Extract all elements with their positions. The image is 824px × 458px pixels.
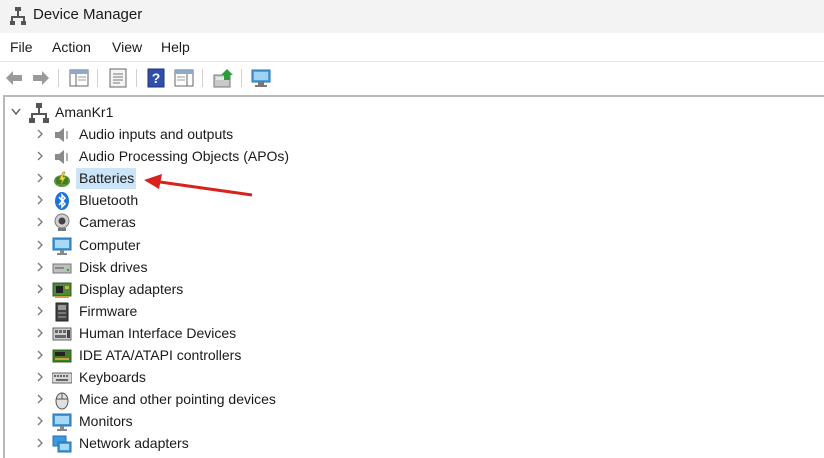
tree-root-label: AmanKr1 — [55, 104, 114, 120]
mouse-icon — [55, 392, 69, 410]
speaker-icon — [55, 150, 68, 165]
tree-item-label: Computer — [79, 236, 141, 253]
toolbar-separator — [241, 69, 242, 87]
tree-item-label: Cameras — [79, 214, 136, 231]
keyboard-icon — [52, 372, 72, 384]
tree-item[interactable]: Bluetooth — [5, 190, 335, 211]
chevron-right-icon[interactable] — [35, 393, 45, 405]
update-driver-icon[interactable] — [212, 67, 234, 89]
tree-item-label: Keyboards — [79, 369, 146, 386]
chevron-right-icon[interactable] — [35, 194, 45, 206]
tree-item-label: Network adapters — [79, 435, 189, 452]
tree-item-label: Batteries — [79, 170, 135, 187]
camera-icon — [54, 213, 70, 232]
menu-action[interactable]: Action — [52, 39, 91, 55]
speaker-icon — [55, 128, 68, 142]
chevron-right-icon[interactable] — [35, 239, 45, 251]
tree-item[interactable]: Audio inputs and outputs — [5, 124, 335, 145]
tree-item[interactable]: Network adapters — [5, 433, 335, 454]
tree-item[interactable]: Human Interface Devices — [5, 323, 335, 344]
device-tree: AmanKr1 Audio inputs and outputs Audio Pr… — [3, 95, 824, 458]
chevron-down-icon[interactable] — [11, 106, 21, 118]
chevron-right-icon[interactable] — [35, 349, 45, 361]
toolbar: ? — [0, 61, 824, 94]
tree-item[interactable]: Mice and other pointing devices — [5, 389, 335, 410]
chevron-right-icon[interactable] — [35, 283, 45, 295]
device-manager-app-icon — [10, 7, 26, 25]
chevron-right-icon[interactable] — [35, 415, 45, 427]
tree-root[interactable]: AmanKr1 — [5, 102, 305, 123]
toolbar-separator — [202, 69, 203, 87]
bluetooth-icon — [55, 192, 69, 211]
chevron-right-icon[interactable] — [35, 305, 45, 317]
back-arrow-icon[interactable] — [3, 67, 25, 89]
svg-text:?: ? — [152, 70, 161, 86]
menu-file[interactable]: File — [10, 39, 33, 55]
tree-item[interactable]: Computer — [5, 235, 335, 256]
toolbar-separator — [97, 69, 98, 87]
toolbar-separator — [58, 69, 59, 87]
tree-item-label: Disk drives — [79, 258, 148, 275]
tree-item[interactable]: Batteries — [5, 168, 335, 190]
tree-item-label: IDE ATA/ATAPI controllers — [79, 347, 242, 363]
chevron-right-icon[interactable] — [35, 437, 45, 449]
tree-item-label: Display adapters — [79, 280, 184, 297]
display-adapter-icon — [52, 282, 72, 298]
tree-item[interactable]: Monitors — [5, 411, 335, 432]
network-adapter-icon — [52, 435, 72, 453]
disk-drive-icon — [52, 263, 72, 274]
chevron-right-icon[interactable] — [35, 172, 45, 184]
chevron-right-icon[interactable] — [35, 327, 45, 339]
show-hide-console-tree-icon[interactable] — [68, 67, 90, 89]
tree-item-label: Audio Processing Objects (APOs) — [79, 148, 290, 165]
menu-help[interactable]: Help — [161, 39, 190, 55]
chevron-right-icon[interactable] — [35, 371, 45, 383]
toolbar-separator — [136, 69, 137, 87]
tree-item-label: Bluetooth — [79, 192, 139, 209]
tree-item[interactable]: Audio Processing Objects (APOs) — [5, 146, 335, 167]
chevron-right-icon[interactable] — [35, 261, 45, 273]
tree-item[interactable]: Display adapters — [5, 279, 335, 300]
hid-icon — [52, 327, 72, 341]
tree-item-label: Mice and other pointing devices — [79, 391, 276, 408]
forward-arrow-icon[interactable] — [30, 67, 52, 89]
scan-hardware-changes-icon[interactable] — [250, 67, 272, 89]
tree-item[interactable]: Keyboards — [5, 367, 335, 388]
window-title: Device Manager — [33, 6, 143, 23]
tree-item[interactable]: IDE ATA/ATAPI controllers — [5, 345, 335, 366]
chevron-right-icon[interactable] — [35, 216, 45, 228]
firmware-icon — [55, 302, 69, 322]
monitor-icon — [52, 413, 72, 432]
chevron-right-icon[interactable] — [35, 128, 45, 140]
tree-item[interactable]: Disk drives — [5, 257, 335, 278]
menu-bar: File Action View Help — [0, 33, 824, 61]
monitor-icon — [52, 237, 72, 255]
action-pane-icon[interactable] — [173, 67, 195, 89]
menu-view[interactable]: View — [112, 39, 142, 55]
ide-controller-icon — [52, 349, 72, 363]
tree-item[interactable]: Cameras — [5, 212, 335, 233]
tree-item-label: Firmware — [79, 302, 138, 319]
tree-item-label: Audio inputs and outputs — [79, 126, 234, 142]
help-icon[interactable]: ? — [145, 67, 167, 89]
battery-icon — [54, 171, 70, 188]
tree-item-label: Human Interface Devices — [79, 324, 237, 341]
chevron-right-icon[interactable] — [35, 150, 45, 162]
tree-item-label: Monitors — [79, 413, 133, 430]
tree-item[interactable]: Firmware — [5, 301, 335, 322]
computer-tree-icon — [29, 103, 49, 123]
title-bar: Device Manager — [0, 0, 824, 33]
properties-icon[interactable] — [107, 67, 129, 89]
